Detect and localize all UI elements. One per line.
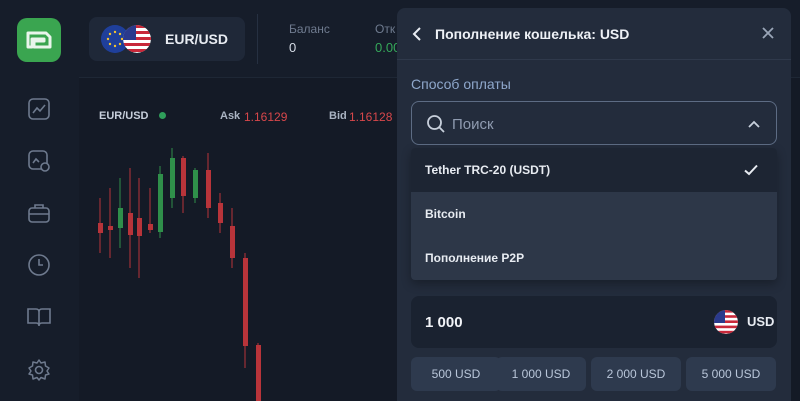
method-option-usdt[interactable]: Tether TRC-20 (USDT) [411, 148, 777, 192]
us-flag-icon [714, 310, 738, 334]
candle [206, 170, 211, 208]
candle [98, 223, 103, 233]
candle [193, 170, 198, 198]
search-icon [427, 115, 445, 133]
candles-svg [98, 148, 261, 401]
check-icon [744, 164, 758, 176]
method-option-p2p[interactable]: Пополнение P2P [411, 236, 777, 280]
back-arrow-icon[interactable] [409, 24, 425, 44]
candle [181, 158, 186, 196]
candle [218, 203, 223, 223]
payment-method-label: Способ оплаты [411, 76, 511, 92]
payment-method-dropdown: Tether TRC-20 (USDT) Bitcoin Пополнение … [411, 148, 777, 280]
preset-amount-button[interactable]: 2 000 USD [591, 357, 681, 391]
panel-header: Пополнение кошелька: USD [397, 8, 791, 60]
candle [128, 213, 133, 235]
close-icon[interactable] [759, 24, 777, 42]
second-stat-label: Отк [375, 22, 396, 36]
preset-amount-button[interactable]: 500 USD [411, 357, 501, 391]
deposit-panel: Пополнение кошелька: USD Способ оплаты T… [397, 8, 791, 401]
candle [230, 226, 235, 258]
method-option-bitcoin[interactable]: Bitcoin [411, 192, 777, 236]
preset-amount-button[interactable]: 1 000 USD [496, 357, 586, 391]
gear-icon[interactable] [26, 357, 52, 383]
preset-amount-button[interactable]: 5 000 USD [686, 357, 776, 391]
pair-label: EUR/USD [165, 31, 229, 47]
method-option-label: Пополнение P2P [425, 251, 525, 265]
panel-title: Пополнение кошелька: USD [435, 26, 630, 42]
us-flag-icon [123, 25, 151, 53]
left-sidebar [0, 0, 79, 401]
method-option-label: Tether TRC-20 (USDT) [425, 163, 551, 177]
chart-settings-icon[interactable] [26, 148, 52, 174]
method-option-label: Bitcoin [425, 207, 466, 221]
currency-label: USD [747, 314, 775, 329]
candle [108, 226, 113, 230]
search-input[interactable] [452, 112, 732, 136]
candle [118, 208, 123, 228]
candle [256, 345, 261, 401]
candle [243, 258, 248, 346]
price-chart[interactable]: EUR/USD Ask 1.16129 Bid 1.16128 [79, 78, 409, 401]
pair-selector-button[interactable]: EUR/USD [89, 17, 245, 61]
app-root: EUR/USD Баланс 0 Отк 0.00 EUR/USD Ask 1.… [0, 0, 800, 401]
payment-method-select[interactable] [411, 101, 777, 145]
book-icon[interactable] [26, 304, 52, 330]
amount-input[interactable] [425, 310, 625, 334]
clock-icon[interactable] [26, 252, 52, 278]
candle [137, 218, 142, 236]
logo-icon [26, 31, 52, 49]
topbar-divider [257, 14, 258, 64]
candle [170, 158, 175, 198]
chart-analytics-icon[interactable] [26, 96, 52, 122]
chevron-up-icon[interactable] [746, 116, 762, 132]
candle [158, 174, 163, 232]
balance-value: 0 [289, 40, 297, 55]
pair-flags [101, 25, 157, 53]
balance-label: Баланс [289, 22, 330, 36]
candle [148, 224, 153, 230]
briefcase-icon[interactable] [26, 200, 52, 226]
amount-field[interactable]: USD [411, 296, 777, 348]
app-logo[interactable] [17, 18, 61, 62]
